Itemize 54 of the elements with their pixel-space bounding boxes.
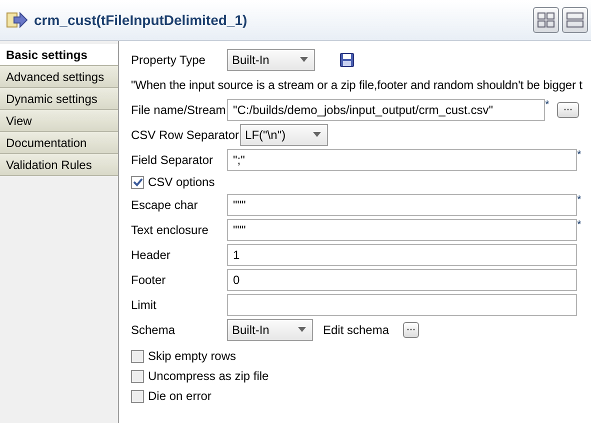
- field-label: Text enclosure: [131, 222, 210, 236]
- component-title: crm_cust(tFileInputDelimited_1): [34, 12, 248, 28]
- save-icon[interactable]: [340, 52, 354, 66]
- checkbox-label: CSV options: [148, 175, 215, 189]
- edit-schema-button[interactable]: [403, 322, 420, 338]
- ellipsis-icon: [406, 328, 416, 331]
- checkbox-label: Skip empty rows: [148, 349, 236, 363]
- checkbox[interactable]: [131, 350, 144, 362]
- checkbox-label: Die on error: [148, 389, 212, 403]
- input-field[interactable]: 0: [227, 268, 577, 290]
- input-field[interactable]: """: [227, 194, 577, 216]
- required-mark: *: [577, 219, 582, 231]
- caret-icon: [300, 57, 308, 62]
- required-mark: *: [545, 99, 550, 111]
- layout-button[interactable]: [533, 7, 559, 33]
- sidebar-tab[interactable]: Basic settings: [0, 44, 118, 66]
- browse-button[interactable]: [557, 102, 579, 118]
- component-icon: [6, 11, 28, 29]
- input-field[interactable]: "C:/builds/demo_jobs/input_output/crm_cust.csv": [227, 98, 545, 120]
- field-label: Header: [131, 248, 172, 262]
- checkbox-label: Uncompress as zip file: [148, 369, 269, 383]
- caret-icon: [298, 327, 306, 332]
- grid-icon: [537, 12, 555, 28]
- layout-button[interactable]: [562, 7, 588, 33]
- input-field[interactable]: [227, 294, 577, 316]
- field-label: Schema: [131, 322, 176, 336]
- warning-note: "When the input source is a stream or a zip file,footer and random shouldn't be bigger t: [131, 78, 582, 92]
- dropdown[interactable]: Built-In: [227, 318, 313, 340]
- sidebar-tab[interactable]: Dynamic settings: [0, 88, 118, 110]
- field-label: Limit: [131, 298, 158, 312]
- sidebar-tab[interactable]: Advanced settings: [0, 66, 118, 88]
- rows-icon: [566, 12, 584, 28]
- caret-icon: [313, 132, 322, 137]
- dropdown[interactable]: Built-In: [227, 48, 315, 70]
- input-field[interactable]: ";": [227, 148, 577, 170]
- field-label: Field Separator: [131, 152, 214, 166]
- required-mark: *: [577, 149, 582, 161]
- field-label: Footer: [131, 272, 167, 286]
- checkbox[interactable]: [131, 370, 144, 382]
- ellipsis-icon: [563, 108, 573, 111]
- field-label: File name/Stream: [131, 102, 227, 116]
- checkbox[interactable]: [131, 176, 144, 188]
- sidebar-tab[interactable]: View: [0, 110, 118, 132]
- required-mark: *: [577, 194, 582, 206]
- field-label: Edit schema: [323, 322, 390, 336]
- sidebar-tab[interactable]: Validation Rules: [0, 154, 118, 176]
- checkbox[interactable]: [131, 390, 144, 402]
- dropdown[interactable]: LF("\n"): [240, 124, 328, 146]
- sidebar-tab[interactable]: Documentation: [0, 132, 118, 154]
- field-label: Escape char: [131, 198, 199, 212]
- input-field[interactable]: """: [227, 218, 577, 240]
- input-field[interactable]: 1: [227, 244, 577, 266]
- field-label: CSV Row Separator: [131, 128, 240, 142]
- field-label: Property Type: [131, 52, 206, 66]
